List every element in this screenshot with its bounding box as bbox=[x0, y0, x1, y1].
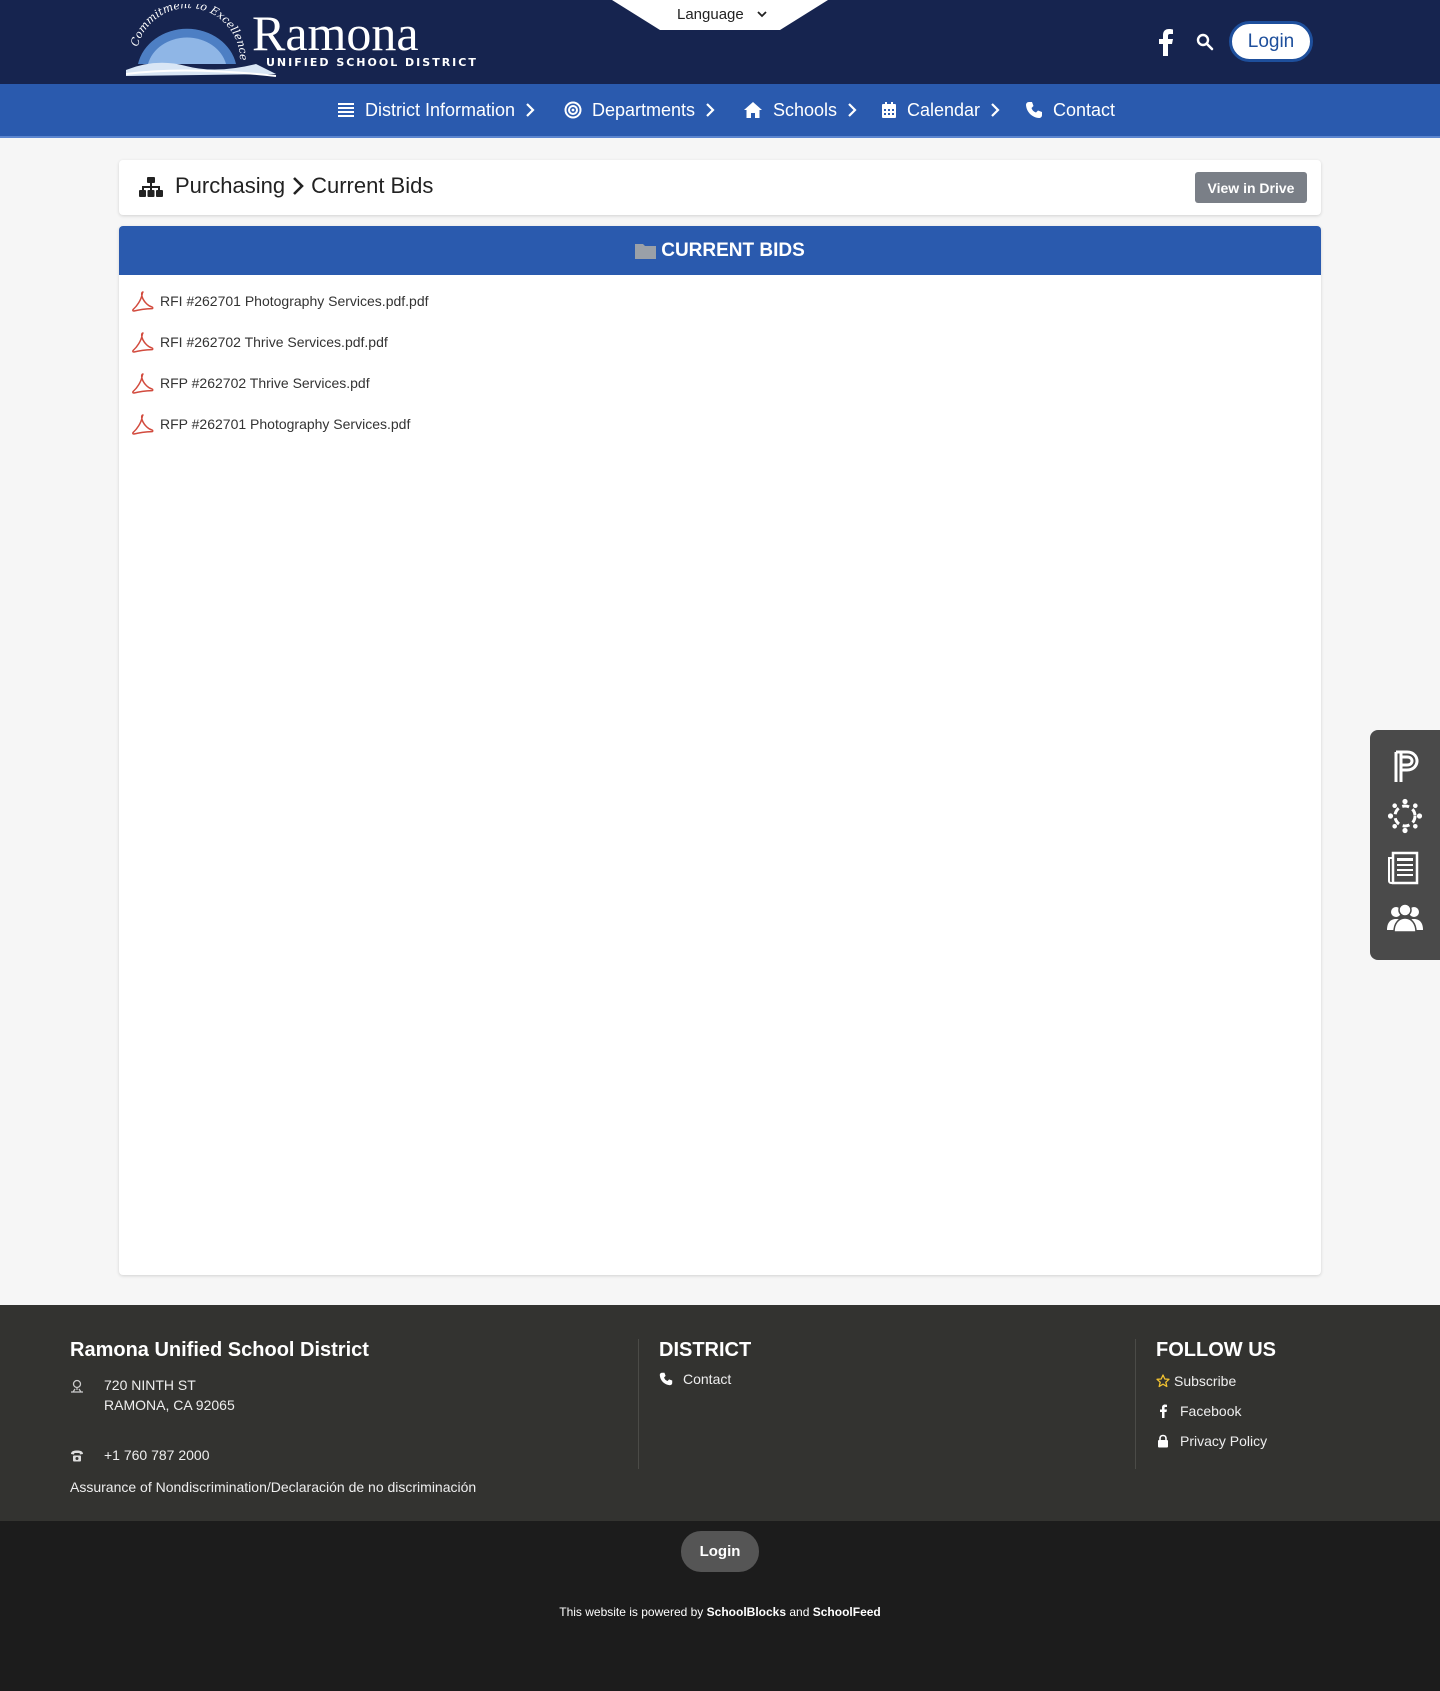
footer-link-label: Facebook bbox=[1180, 1403, 1242, 1419]
district-logo[interactable]: Commitment to Excellence Ramona UNIFIED … bbox=[125, 0, 481, 80]
community-icon[interactable] bbox=[1387, 900, 1423, 936]
powered-by: This website is powered by SchoolBlocks … bbox=[0, 1605, 1440, 1619]
file-item[interactable]: RFI #262701 Photography Services.pdf.pdf bbox=[132, 289, 429, 313]
footer-login-button[interactable]: Login bbox=[681, 1531, 759, 1572]
footer-district-name: Ramona Unified School District bbox=[70, 1339, 369, 1361]
folder-header: CURRENT BIDS bbox=[119, 226, 1321, 275]
schoolblocks-label: SchoolBlocks bbox=[706, 1605, 787, 1619]
pdf-icon bbox=[132, 332, 154, 353]
file-item[interactable]: RFP #262702 Thrive Services.pdf bbox=[132, 371, 370, 395]
language-selector[interactable]: Language bbox=[612, 0, 828, 30]
footer-divider bbox=[1135, 1339, 1136, 1469]
footer-follow-heading: FOLLOW US bbox=[1156, 1339, 1276, 1361]
site-footer: Ramona Unified School District 720 NINTH… bbox=[0, 1305, 1440, 1521]
view-in-drive-button[interactable]: View in Drive bbox=[1195, 172, 1307, 203]
target-icon bbox=[564, 101, 582, 119]
breadcrumb: Purchasing Current Bids View in Drive bbox=[119, 160, 1321, 215]
folder-icon bbox=[635, 243, 657, 259]
logo-name: Ramona bbox=[252, 5, 419, 61]
sitemap-icon bbox=[139, 177, 163, 197]
folder-panel: CURRENT BIDS RFI #262701 Photography Ser… bbox=[119, 226, 1321, 1275]
chevron-down-icon bbox=[757, 11, 767, 18]
footer-privacy-link[interactable]: Privacy Policy bbox=[1156, 1433, 1267, 1449]
nav-label: Contact bbox=[1053, 99, 1116, 120]
file-item[interactable]: RFP #262701 Photography Services.pdf bbox=[132, 412, 410, 436]
powered-joiner: and bbox=[789, 1605, 810, 1619]
footer-link-label: Contact bbox=[683, 1371, 732, 1387]
file-name: RFI #262702 Thrive Services.pdf.pdf bbox=[160, 334, 388, 350]
nav-label: Schools bbox=[773, 99, 838, 120]
main-nav: District Information Departments Schools bbox=[0, 84, 1440, 138]
breadcrumb-current: Current Bids bbox=[311, 173, 434, 198]
nav-label: District Information bbox=[365, 99, 516, 120]
footer-facebook-link[interactable]: Facebook bbox=[1156, 1403, 1241, 1419]
chevron-right-icon bbox=[293, 177, 304, 195]
search-icon[interactable] bbox=[1196, 33, 1214, 51]
lock-icon bbox=[1158, 1434, 1168, 1448]
file-name: RFP #262701 Photography Services.pdf bbox=[160, 416, 411, 432]
home-icon bbox=[744, 102, 762, 118]
footer-subscribe-link[interactable]: Subscribe bbox=[1156, 1373, 1236, 1389]
chevron-right-icon bbox=[848, 103, 857, 117]
nav-item-contact[interactable]: Contact bbox=[1025, 84, 1115, 136]
footer-address-line1: 720 NINTH ST bbox=[104, 1377, 196, 1393]
folder-title: CURRENT BIDS bbox=[661, 239, 805, 261]
schoolfeed-link[interactable]: SchoolFeed bbox=[813, 1605, 881, 1619]
facebook-icon[interactable] bbox=[1154, 28, 1176, 56]
logo-subtitle: UNIFIED SCHOOL DISTRICT bbox=[266, 56, 478, 69]
nav-item-district-information[interactable]: District Information bbox=[337, 84, 535, 136]
file-name: RFI #262701 Photography Services.pdf.pdf bbox=[160, 293, 429, 309]
star-icon bbox=[1156, 1374, 1170, 1388]
phone-icon bbox=[1026, 102, 1042, 118]
header-login-button[interactable]: Login bbox=[1229, 21, 1313, 62]
quicklinks-rail bbox=[1370, 730, 1440, 960]
nav-label: Calendar bbox=[907, 99, 981, 120]
site-header: Commitment to Excellence Ramona UNIFIED … bbox=[0, 0, 1440, 84]
pdf-icon bbox=[132, 414, 154, 435]
chevron-right-icon bbox=[526, 103, 535, 117]
nav-item-calendar[interactable]: Calendar bbox=[881, 84, 1000, 136]
nav-item-schools[interactable]: Schools bbox=[743, 84, 857, 136]
footer-contact-link[interactable]: Contact bbox=[659, 1371, 731, 1387]
pdf-icon bbox=[132, 291, 154, 312]
schoolfeed-label: SchoolFeed bbox=[812, 1605, 881, 1619]
powered-prefix: This website is powered by bbox=[559, 1605, 704, 1619]
facebook-icon bbox=[1160, 1404, 1167, 1418]
logo-graphic: Commitment to Excellence Ramona UNIFIED … bbox=[125, 0, 478, 77]
language-label: Language bbox=[677, 6, 744, 23]
file-name: RFP #262702 Thrive Services.pdf bbox=[160, 375, 370, 391]
canvas-icon[interactable] bbox=[1387, 798, 1423, 834]
chevron-right-icon bbox=[706, 103, 715, 117]
powerschool-icon[interactable] bbox=[1387, 748, 1423, 784]
calendar-icon bbox=[882, 102, 896, 118]
nav-item-departments[interactable]: Departments bbox=[564, 84, 715, 136]
footer-nondiscrimination-link[interactable]: Assurance of Nondiscrimination/Declaraci… bbox=[70, 1479, 476, 1495]
pdf-icon bbox=[132, 373, 154, 394]
footer-phone-link[interactable]: +1 760 787 2000 bbox=[104, 1447, 210, 1463]
footer-district-heading: DISTRICT bbox=[659, 1339, 752, 1361]
schoolblocks-link[interactable]: SchoolBlocks bbox=[707, 1605, 786, 1619]
footer-link-label: Subscribe bbox=[1174, 1373, 1237, 1389]
footer-address-line2: RAMONA, CA 92065 bbox=[104, 1397, 235, 1413]
telephone-icon bbox=[71, 1450, 83, 1462]
file-item[interactable]: RFI #262702 Thrive Services.pdf.pdf bbox=[132, 330, 388, 354]
breadcrumb-parent-link[interactable]: Purchasing bbox=[175, 173, 285, 199]
newsletter-icon[interactable] bbox=[1387, 850, 1423, 886]
footer-link-label: Privacy Policy bbox=[1180, 1433, 1268, 1449]
bottom-bar: Login This website is powered by SchoolB… bbox=[0, 1521, 1440, 1691]
list-icon bbox=[338, 103, 354, 117]
footer-divider bbox=[638, 1339, 639, 1469]
location-icon bbox=[71, 1379, 83, 1393]
chevron-right-icon bbox=[991, 103, 1000, 117]
phone-icon bbox=[659, 1372, 673, 1386]
nav-label: Departments bbox=[592, 99, 696, 120]
